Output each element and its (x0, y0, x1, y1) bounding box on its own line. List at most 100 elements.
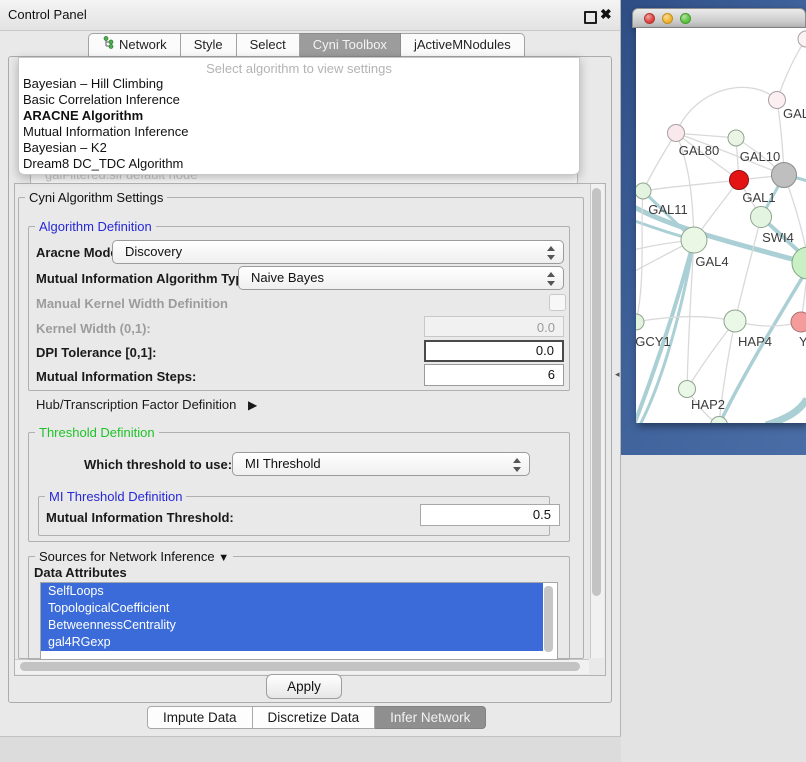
network-node-hap4[interactable] (724, 310, 746, 332)
cyni-algorithm-settings-title: Cyni Algorithm Settings (25, 190, 167, 205)
network-edge (766, 399, 806, 423)
mi-algorithm-type-value: Naive Bayes (251, 270, 324, 285)
network-node-y[interactable] (791, 312, 806, 332)
network-node[interactable] (798, 31, 806, 47)
algorithm-dropdown-list: Select algorithm to view settings Bayesi… (18, 57, 580, 175)
tab-select[interactable]: Select (237, 33, 300, 57)
aracne-mode-value: Discovery (125, 244, 182, 259)
network-icon (102, 34, 114, 56)
network-window-titlebar[interactable] (632, 8, 806, 28)
node-label-hap2: HAP2 (691, 397, 725, 412)
table-panel: Table Panel ⚙ ✓ ✓ shared… name A YDL19…Y… (621, 455, 806, 762)
network-node-gal1[interactable] (730, 171, 749, 190)
tab-cyni-toolbox[interactable]: Cyni Toolbox (300, 33, 401, 57)
network-node-gal10[interactable] (728, 130, 744, 146)
attribute-item-gal4rgexp[interactable]: gal4RGexp (41, 634, 543, 651)
algorithm-option-aracne-algorithm[interactable]: ARACNE Algorithm (19, 108, 579, 124)
tab-label: Style (194, 34, 223, 56)
node-label-y: Y (799, 334, 806, 349)
network-edge (687, 321, 735, 389)
dpi-tolerance-field[interactable]: 0.0 (424, 340, 564, 362)
aracne-mode-label: Aracne Mode: (36, 245, 122, 260)
aracne-mode-combo[interactable]: Discovery (112, 240, 564, 264)
attributes-scrollbar-thumb[interactable] (544, 586, 553, 652)
screen: Control Panel ✖ galFiltered.sif default … (0, 0, 806, 762)
window-title: Control Panel (8, 0, 87, 30)
tab-style[interactable]: Style (181, 33, 237, 57)
node-label-gcy1: GCY1 (636, 334, 671, 349)
manual-kernel-label: Manual Kernel Width Definition (36, 296, 228, 311)
network-node-gal11[interactable] (636, 183, 651, 199)
network-node[interactable] (792, 247, 806, 279)
tab-label: Select (250, 34, 286, 56)
control-panel-tab-bar: Network Style Select Cyni Toolbox jActiveMNo… (88, 33, 525, 57)
vertical-scrollbar-thumb[interactable] (592, 188, 601, 596)
algorithm-dropdown-prompt: Select algorithm to view settings (19, 61, 579, 76)
bottom-tab-discretize-data[interactable]: Discretize Data (253, 706, 376, 729)
bottom-tab-impute-data[interactable]: Impute Data (147, 706, 253, 729)
algorithm-definition-title: Algorithm Definition (35, 219, 156, 234)
network-node-gal80[interactable] (668, 125, 685, 142)
sources-title-text: Sources for Network Inference (39, 549, 215, 564)
mi-algorithm-type-label: Mutual Information Algorithm Type: (36, 271, 255, 286)
collapse-down-icon[interactable]: ▼ (218, 552, 229, 564)
node-label-hap4: HAP4 (738, 334, 772, 349)
float-window-icon[interactable] (584, 11, 597, 24)
mi-steps-label: Mutual Information Steps: (36, 369, 196, 384)
attribute-item-betweennesscentrality[interactable]: BetweennessCentrality (41, 617, 543, 634)
attribute-item-topologicalcoefficient[interactable]: TopologicalCoefficient (41, 600, 543, 617)
network-edge (636, 317, 735, 322)
dpi-tolerance-label: DPI Tolerance [0,1]: (36, 345, 156, 360)
kernel-width-field[interactable]: 0.0 (424, 316, 564, 337)
network-edge (777, 39, 806, 100)
hub-definition-toggle[interactable]: Hub/Transcription Factor Definition ▶ (36, 397, 257, 412)
network-node-swi4[interactable] (751, 207, 772, 228)
tab-label: Cyni Toolbox (313, 34, 387, 56)
combo-spinner-icon (513, 457, 520, 473)
bottom-tab-infer-network[interactable]: Infer Network (375, 706, 486, 729)
combo-spinner-icon (547, 271, 554, 287)
network-node-gal4[interactable] (681, 227, 707, 253)
node-label-gal4: GAL4 (695, 254, 728, 269)
minimize-light-icon[interactable] (662, 13, 673, 24)
close-icon[interactable]: ✖ (600, 6, 612, 23)
network-node-gcy1[interactable] (636, 314, 644, 330)
hub-definition-label: Hub/Transcription Factor Definition (36, 397, 236, 412)
splitter-collapse-icon[interactable]: ◂ (615, 369, 620, 380)
tab-label: Network (119, 34, 167, 56)
attribute-item-selfloops[interactable]: SelfLoops (41, 583, 543, 600)
apply-button[interactable]: Apply (266, 674, 342, 699)
horizontal-scrollbar-thumb[interactable] (20, 662, 580, 671)
algorithm-option-dream8-dc-tdc-algorithm[interactable]: Dream8 DC_TDC Algorithm (19, 156, 579, 172)
expand-right-icon[interactable]: ▶ (248, 398, 257, 412)
data-attributes-label: Data Attributes (34, 565, 127, 580)
threshold-definition-title: Threshold Definition (35, 425, 159, 440)
node-label-gal: GAL (783, 106, 806, 121)
network-node[interactable] (711, 417, 728, 424)
network-edge (643, 133, 676, 191)
network-edge (676, 87, 777, 133)
sources-title[interactable]: Sources for Network Inference ▼ (35, 549, 233, 564)
which-threshold-combo[interactable]: MI Threshold (232, 452, 530, 476)
mi-threshold-definition-title: MI Threshold Definition (45, 489, 186, 504)
network-node[interactable] (772, 163, 797, 188)
bottom-tab-bar: Impute DataDiscretize DataInfer Network (147, 706, 486, 729)
algorithm-option-basic-correlation-inference[interactable]: Basic Correlation Inference (19, 92, 579, 108)
tab-network[interactable]: Network (88, 33, 181, 57)
node-label-swi4: SWI4 (762, 230, 794, 245)
algorithm-option-mutual-information-inference[interactable]: Mutual Information Inference (19, 124, 579, 140)
close-light-icon[interactable] (644, 13, 655, 24)
zoom-light-icon[interactable] (680, 13, 691, 24)
network-node-hap2[interactable] (679, 381, 696, 398)
manual-kernel-checkbox[interactable] (549, 294, 566, 311)
tab-jactivemnodules[interactable]: jActiveMNodules (401, 33, 525, 57)
data-attributes-list[interactable]: SelfLoopsTopologicalCoefficientBetweenne… (40, 582, 558, 660)
mi-threshold-field[interactable]: 0.5 (420, 504, 560, 526)
which-threshold-label: Which threshold to use: (84, 457, 232, 472)
node-label-gal11: GAL11 (648, 202, 688, 217)
algorithm-option-bayesian-k2[interactable]: Bayesian – K2 (19, 140, 579, 156)
network-canvas[interactable]: GALGAL80GAL10GAL1GAL11SWI4GAL4GCY1HAP4YH… (636, 28, 806, 423)
algorithm-option-bayesian-hill-climbing[interactable]: Bayesian – Hill Climbing (19, 76, 579, 92)
mi-steps-field[interactable]: 6 (424, 364, 564, 386)
mi-algorithm-type-combo[interactable]: Naive Bayes (238, 266, 564, 290)
